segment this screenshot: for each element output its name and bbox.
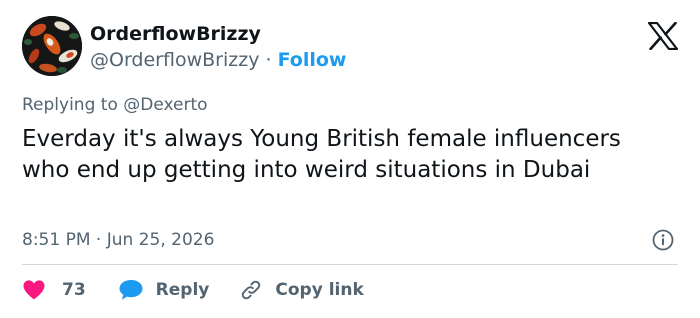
reply-button[interactable]: Reply — [118, 278, 210, 302]
info-icon[interactable] — [652, 229, 674, 251]
tweet-time[interactable]: 8:51 PM — [22, 230, 91, 250]
copy-link-label: Copy link — [275, 280, 364, 300]
reply-prefix: Replying to — [22, 95, 118, 115]
timestamp-separator: · — [95, 230, 102, 250]
tweet-card: OrderflowBrizzy @OrderflowBrizzy · Follo… — [0, 0, 700, 318]
follow-button[interactable]: Follow — [278, 49, 347, 71]
copy-link-button[interactable]: Copy link — [239, 278, 364, 302]
reply-context: Replying to @Dexerto — [22, 94, 208, 116]
like-button[interactable]: 73 — [22, 279, 86, 301]
divider — [22, 264, 678, 265]
reply-label: Reply — [155, 280, 210, 300]
like-count: 73 — [62, 280, 86, 300]
author-display-name[interactable]: OrderflowBrizzy — [90, 23, 261, 45]
link-icon — [242, 280, 261, 300]
avatar[interactable] — [22, 16, 82, 76]
tweet-text: Everday it's always Young British female… — [22, 126, 621, 183]
tweet-date[interactable]: Jun 25, 2026 — [107, 230, 215, 250]
reply-mention[interactable]: @Dexerto — [123, 95, 207, 115]
speech-bubble-icon — [119, 280, 143, 300]
handle-separator: · — [265, 49, 272, 71]
x-logo-icon[interactable] — [647, 21, 679, 51]
author-handle[interactable]: @OrderflowBrizzy — [90, 49, 259, 71]
action-bar: 73 Reply Copy link — [22, 276, 364, 304]
author-handle-row: @OrderflowBrizzy · Follow — [90, 49, 347, 71]
tweet-timestamp: 8:51 PM · Jun 25, 2026 — [22, 229, 214, 251]
heart-icon — [23, 280, 45, 300]
